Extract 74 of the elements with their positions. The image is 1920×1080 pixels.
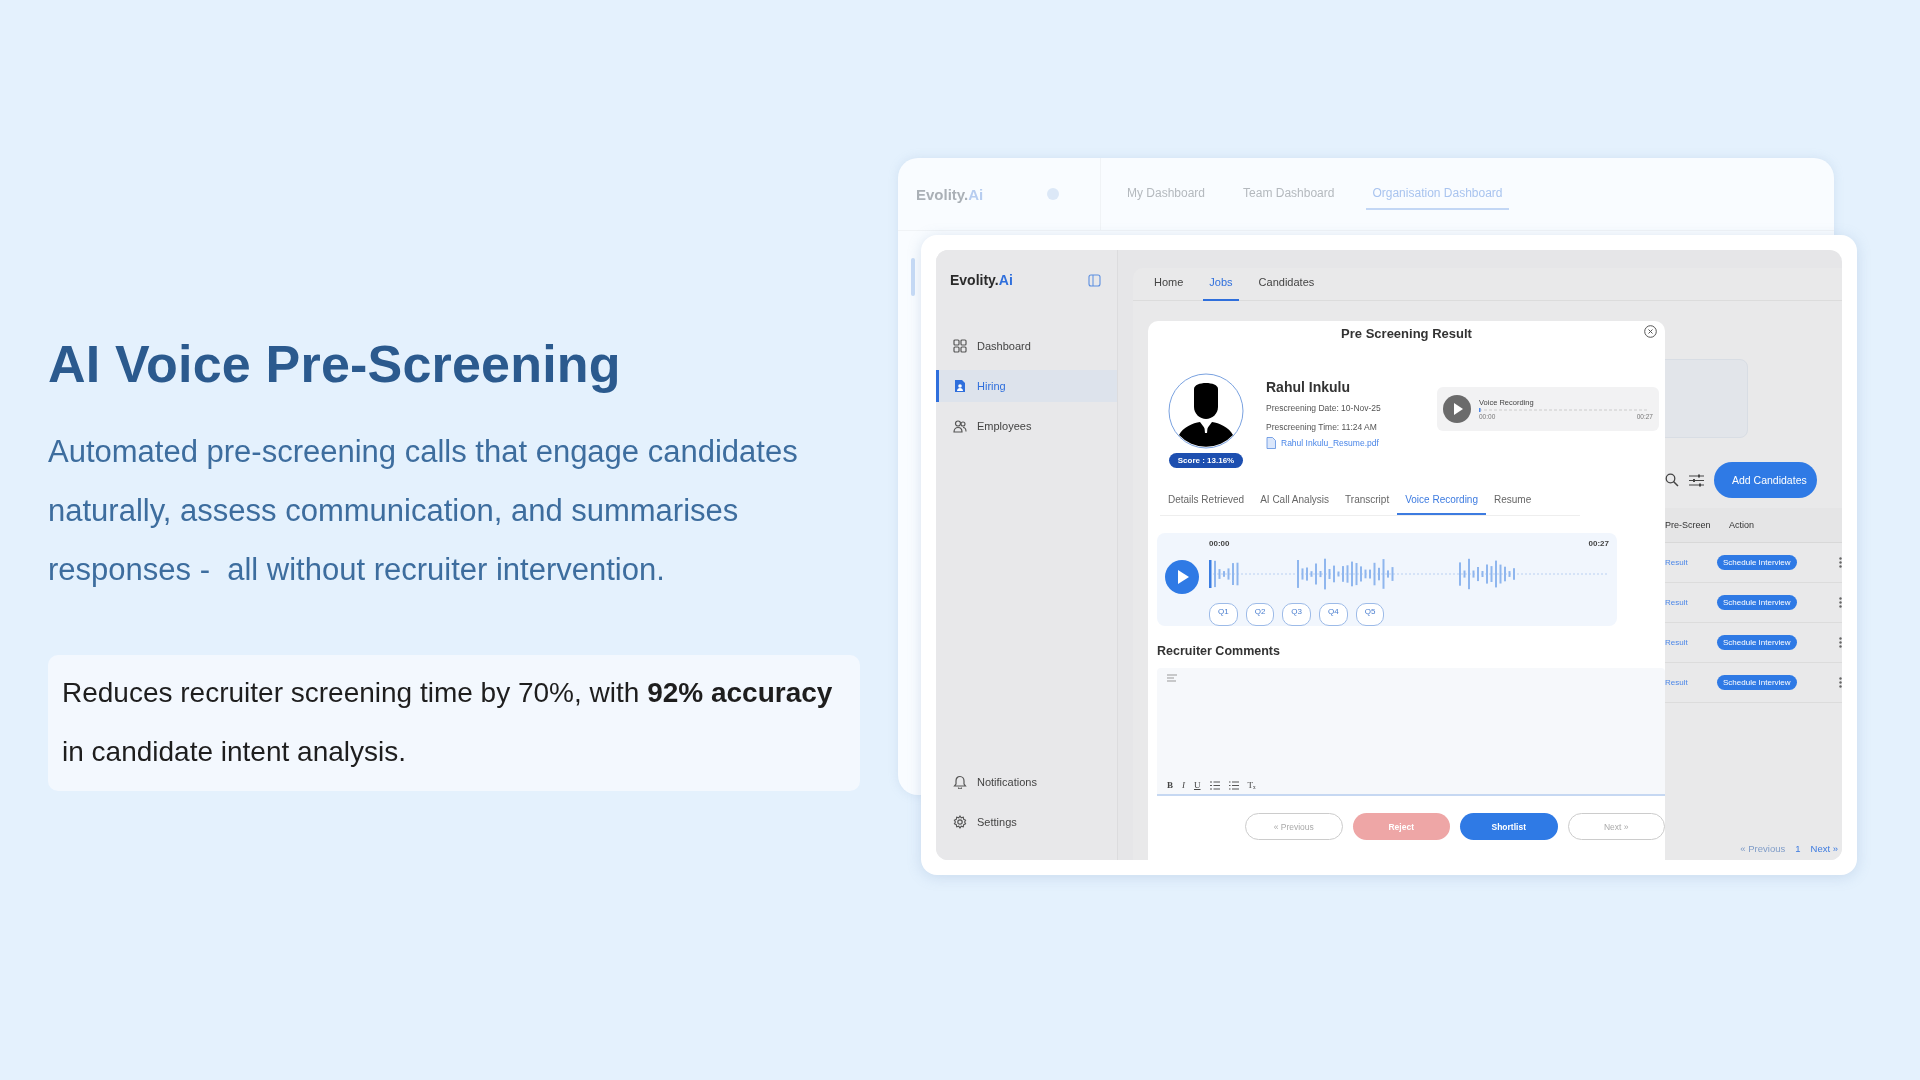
schedule-interview-button[interactable]: Schedule Interview	[1717, 555, 1797, 570]
question-chip[interactable]: Q1	[1209, 602, 1238, 626]
question-chip[interactable]: Q3	[1282, 602, 1311, 626]
schedule-interview-button[interactable]: Schedule Interview	[1717, 635, 1797, 650]
dashboard-icon	[953, 339, 967, 353]
search-icon[interactable]	[1665, 473, 1679, 487]
action-button[interactable]: Shortlist	[1460, 813, 1558, 840]
tab[interactable]: Candidates	[1252, 276, 1321, 301]
previous-link[interactable]: « Previous	[1740, 843, 1786, 854]
feature-description: Automated pre-screening calls that engage candidates naturally, assess communication, and summarises responses - all without recruiter intervention.	[48, 433, 799, 589]
tab[interactable]: Home	[1148, 276, 1190, 301]
text-align-icon	[1167, 674, 1177, 682]
close-icon[interactable]	[1644, 325, 1657, 338]
action-button[interactable]: Next »	[1567, 813, 1665, 840]
schedule-interview-button[interactable]: Schedule Interview	[1717, 595, 1797, 610]
start-time: 00:00	[1209, 539, 1230, 550]
question-chip[interactable]: Q2	[1245, 602, 1275, 626]
bullet-list-icon[interactable]	[1228, 780, 1239, 790]
sidebar-item[interactable]: Notifications	[936, 766, 1117, 798]
tab[interactable]: Resume	[1486, 490, 1540, 515]
people-icon	[953, 419, 967, 433]
logo: Evolity.Ai	[916, 185, 985, 203]
result-link[interactable]: Result	[1665, 558, 1717, 567]
tab[interactable]: AI Call Analysis	[1252, 490, 1338, 515]
tab[interactable]: Transcript	[1337, 490, 1398, 515]
tab[interactable]: Details Retrieved	[1160, 490, 1253, 515]
kebab-menu-icon[interactable]	[1839, 557, 1842, 568]
sidebar-item[interactable]: Settings	[936, 806, 1117, 838]
avatar-icon	[1168, 373, 1244, 449]
comment-editor[interactable]: B I U Tₓ	[1157, 668, 1665, 796]
toolbar-button[interactable]: I	[1182, 780, 1185, 790]
end-time: 00:27	[1588, 539, 1609, 550]
column-header: Pre-Screen	[1665, 520, 1712, 530]
logo: Evolity.Ai	[950, 272, 1013, 288]
modal-title: Pre Screening Result	[1340, 326, 1473, 341]
kebab-menu-icon[interactable]	[1839, 677, 1842, 688]
numbered-list-icon[interactable]	[1209, 780, 1220, 790]
page-title: AI Voice Pre-Screening	[48, 334, 622, 394]
tab[interactable]: Jobs	[1203, 276, 1239, 301]
sidebar-item[interactable]: Hiring	[936, 370, 1117, 402]
document-person-icon	[953, 379, 967, 393]
play-icon[interactable]	[1165, 560, 1199, 595]
result-link[interactable]: Result	[1665, 638, 1717, 647]
question-chip[interactable]: Q4	[1319, 602, 1348, 626]
candidate-name: Rahul Inkulu	[1266, 379, 1351, 395]
sidebar-item[interactable]: Employees	[936, 410, 1117, 442]
add-candidates-button[interactable]: Add Candidates	[1714, 462, 1817, 498]
next-link[interactable]: Next »	[1810, 843, 1838, 854]
page-number[interactable]: 1	[1795, 843, 1801, 854]
toolbar-button[interactable]: Tₓ	[1247, 780, 1256, 790]
section-heading: Recruiter Comments	[1157, 644, 1281, 658]
toolbar-button[interactable]: U	[1194, 780, 1201, 790]
settings-icon	[953, 815, 967, 829]
highlight-card: Reduces recruiter screening time by 70%, with 92% accuracy in candidate intent analysis.	[48, 655, 860, 791]
question-chip[interactable]: Q5	[1355, 602, 1385, 626]
selection-indicator	[911, 258, 915, 296]
result-link[interactable]: Result	[1665, 678, 1717, 687]
score-badge: Score : 13.16%	[1168, 453, 1244, 468]
bell-icon	[953, 775, 967, 789]
prescreening-date: Prescreening Date: 10-Nov-25	[1266, 403, 1381, 413]
file-icon	[1266, 437, 1276, 449]
action-button[interactable]: « Previous	[1245, 813, 1343, 840]
prescreening-time: Prescreening Time: 11:24 AM	[1266, 422, 1378, 432]
result-link[interactable]: Result	[1665, 598, 1717, 607]
resume-link[interactable]: Rahul Inkulu_Resume.pdf	[1281, 438, 1379, 448]
tab[interactable]: Voice Recording	[1397, 490, 1486, 515]
schedule-interview-button[interactable]: Schedule Interview	[1717, 675, 1797, 690]
play-icon[interactable]	[1443, 395, 1471, 423]
sidebar-item[interactable]: Dashboard	[936, 330, 1117, 362]
filter-icon[interactable]	[1689, 473, 1704, 487]
toolbar-button[interactable]: B	[1167, 780, 1173, 790]
kebab-menu-icon[interactable]	[1839, 637, 1842, 648]
column-header: Action	[1729, 520, 1754, 530]
kebab-menu-icon[interactable]	[1839, 597, 1842, 608]
